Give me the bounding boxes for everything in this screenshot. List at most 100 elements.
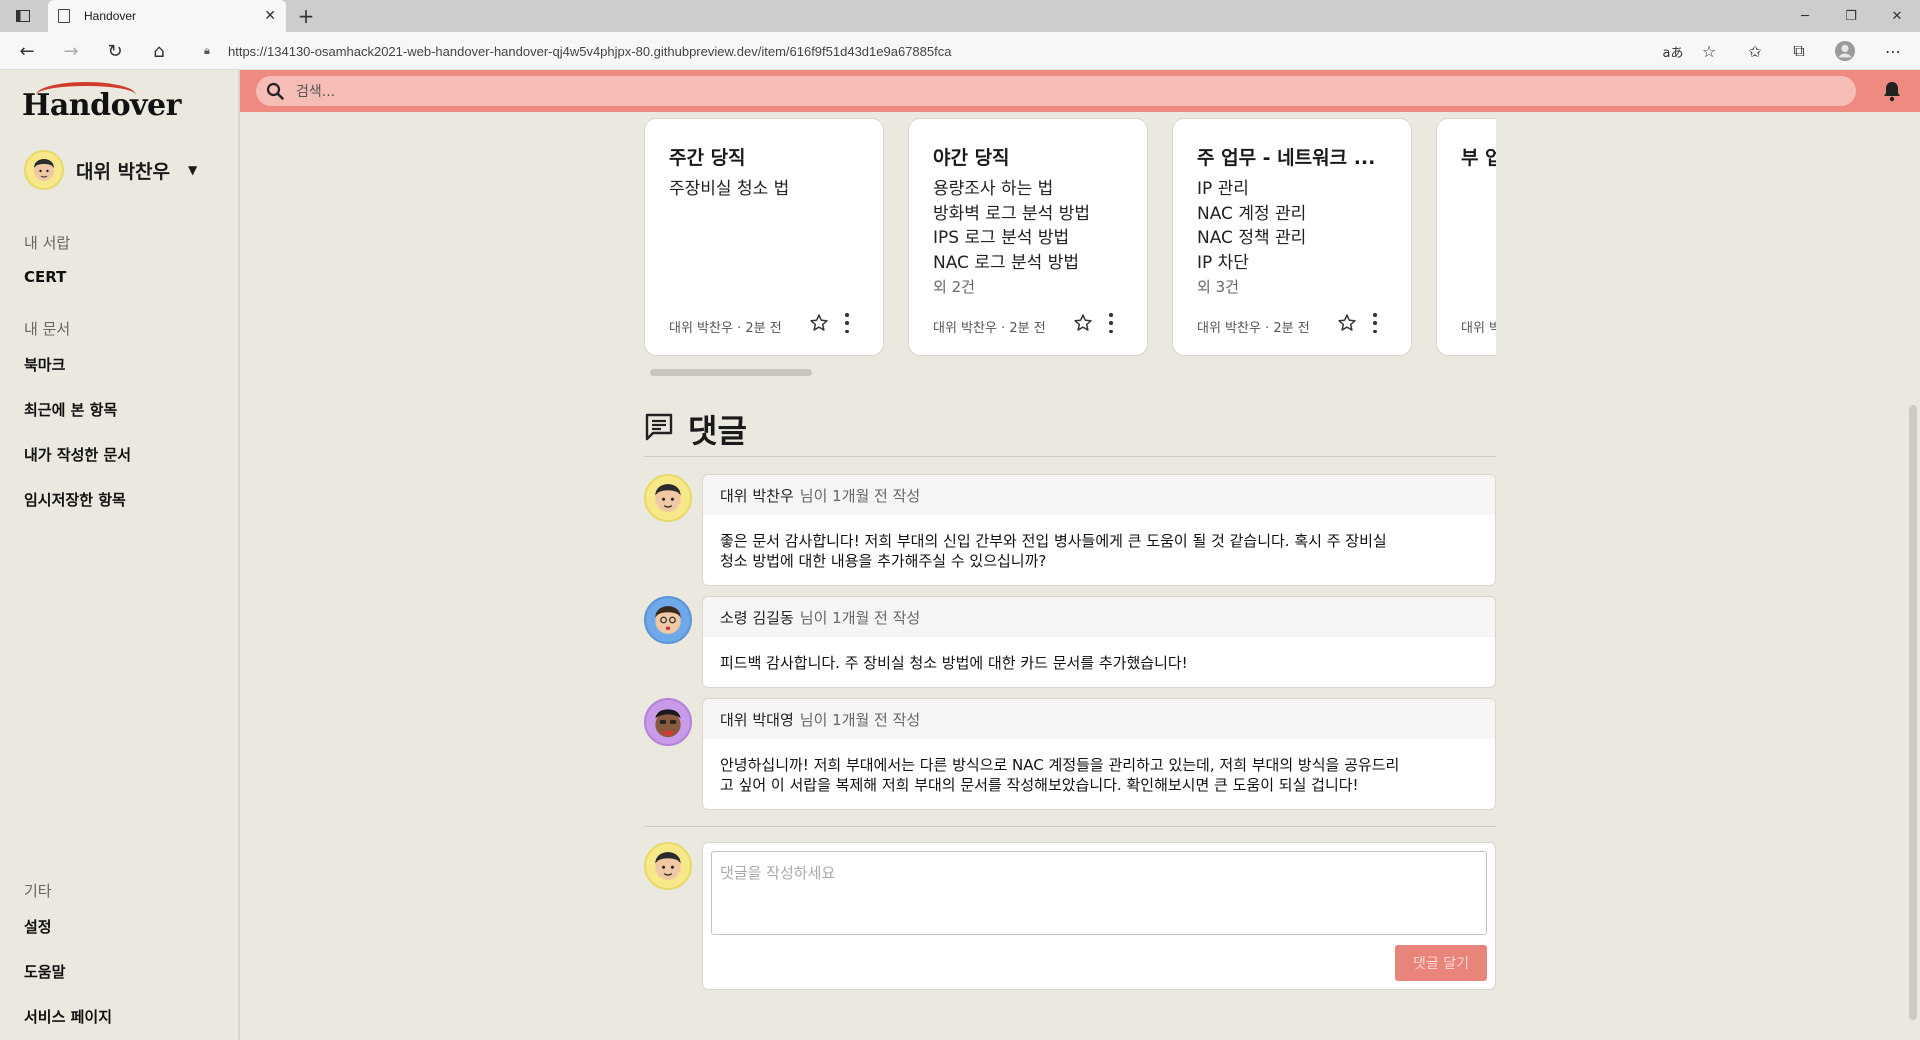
- user-menu[interactable]: 대위 박찬우 ▼: [24, 150, 197, 190]
- close-window-icon[interactable]: ✕: [1874, 0, 1920, 32]
- star-icon[interactable]: [809, 313, 829, 333]
- user-avatar: [24, 150, 64, 190]
- card-item[interactable]: NAC 계정 관리: [1197, 202, 1306, 227]
- comment-line: 좋은 문서 감사합니다! 저희 부대의 신입 간부와 전입 병사들에게 큰 도움…: [720, 532, 1387, 550]
- search-input[interactable]: 검색...: [256, 76, 1856, 106]
- url-text: https://134130-osamhack2021-web-handover…: [228, 43, 952, 59]
- browser-tab-bar: Handover ✕ + ─ ❐ ✕: [0, 0, 1920, 32]
- comment-line: 고 싶어 이 서랍을 복제해 저희 부대의 문서를 작성해보았습니다. 확인해보…: [720, 776, 1359, 794]
- add-favorite-icon[interactable]: ☆: [1696, 38, 1722, 64]
- card-footer: 대위 박찬우 · 2분 전: [1197, 321, 1310, 336]
- divider: [644, 826, 1496, 827]
- comment-textarea[interactable]: 댓글을 작성하세요: [711, 851, 1487, 935]
- comment-line: 청소 방법에 대한 내용을 추가해주실 수 있으십니까?: [720, 552, 1047, 570]
- refresh-icon[interactable]: ↻: [102, 38, 128, 64]
- section-documents-heading: 내 문서: [24, 320, 71, 338]
- card-carousel: 주간 당직 주장비실 청소 법 대위 박찬우 · 2분 전 야간 당직 용량조사…: [644, 118, 1496, 358]
- sidebar-item-my-documents[interactable]: 내가 작성한 문서: [24, 444, 131, 465]
- card-item[interactable]: IPS 로그 분석 방법: [933, 226, 1090, 251]
- favorites-icon[interactable]: ✩: [1742, 38, 1768, 64]
- comment-body: 좋은 문서 감사합니다! 저희 부대의 신입 간부와 전입 병사들에게 큰 도움…: [703, 515, 1495, 585]
- comment-box: 대위 박대영 님이 1개월 전 작성 안녕하십니까! 저희 부대에서는 다른 방…: [702, 698, 1496, 810]
- section-etc-heading: 기타: [24, 882, 52, 900]
- card-more-count: 외 3건: [1197, 278, 1239, 296]
- sidebar: Handover 대위 박찬우 ▼ 내 서랍 CERT 내 문서 북마크 최근에…: [0, 70, 240, 1040]
- card-time: 2분 전: [745, 321, 782, 336]
- profile-icon[interactable]: [1832, 38, 1858, 64]
- comments-heading: 댓글: [644, 406, 747, 452]
- minimize-icon[interactable]: ─: [1782, 0, 1828, 32]
- comment-header: 대위 박찬우 님이 1개월 전 작성: [703, 475, 1495, 515]
- commenter-avatar: [644, 474, 692, 522]
- tab-close-icon[interactable]: ✕: [264, 8, 276, 24]
- document-card[interactable]: 주 업무 - 네트워크 ... IP 관리 NAC 계정 관리 NAC 정책 관…: [1172, 118, 1412, 356]
- comment-author[interactable]: 대위 박대영: [720, 709, 794, 730]
- notification-bell-icon[interactable]: [1880, 79, 1904, 103]
- search-icon: [264, 80, 286, 102]
- user-name: 대위 박찬우: [76, 160, 171, 183]
- new-tab-icon[interactable]: +: [294, 4, 318, 28]
- document-card[interactable]: 주간 당직 주장비실 청소 법 대위 박찬우 · 2분 전: [644, 118, 884, 356]
- star-icon[interactable]: [1073, 313, 1093, 333]
- url-field[interactable]: 🔒︎ https://134130-osamhack2021-web-hando…: [190, 36, 1710, 66]
- card-item[interactable]: NAC 정책 관리: [1197, 226, 1306, 251]
- tab-actions-icon[interactable]: [0, 0, 46, 32]
- caret-down-icon[interactable]: ▼: [188, 163, 197, 177]
- sidebar-item-cert[interactable]: CERT: [24, 268, 66, 286]
- sidebar-item-drafts[interactable]: 임시저장한 항목: [24, 489, 126, 510]
- comment-author[interactable]: 소령 김길동: [720, 607, 794, 628]
- section-library-heading: 내 서랍: [24, 234, 71, 252]
- card-item[interactable]: 주장비실 청소 법: [669, 177, 789, 202]
- restore-icon[interactable]: ❐: [1828, 0, 1874, 32]
- card-title: 야간 당직: [933, 147, 1010, 169]
- card-author: 대위 박: [1461, 321, 1496, 336]
- star-icon[interactable]: [1337, 313, 1357, 333]
- comment-author[interactable]: 대위 박찬우: [720, 485, 794, 506]
- collections-icon[interactable]: ⧉: [1786, 38, 1812, 64]
- app-logo[interactable]: Handover: [22, 88, 181, 123]
- home-icon[interactable]: ⌂: [146, 38, 172, 64]
- more-vert-icon[interactable]: [1369, 313, 1381, 333]
- comment-box: 소령 김길동 님이 1개월 전 작성 피드백 감사합니다. 주 장비실 청소 방…: [702, 596, 1496, 688]
- card-item[interactable]: 용량조사 하는 법: [933, 177, 1090, 202]
- sidebar-item-service-page[interactable]: 서비스 페이지: [24, 1006, 112, 1027]
- card-item[interactable]: 방화벽 로그 분석 방법: [933, 202, 1090, 227]
- read-aloud-icon[interactable]: aあ: [1660, 38, 1686, 64]
- card-footer: 대위 박: [1461, 317, 1496, 336]
- sidebar-item-bookmarks[interactable]: 북마크: [24, 354, 65, 375]
- document-card[interactable]: 부 업 대위 박: [1436, 118, 1496, 356]
- comment-header: 대위 박대영 님이 1개월 전 작성: [703, 699, 1495, 739]
- sidebar-item-help[interactable]: 도움말: [24, 961, 65, 982]
- card-time: 2분 전: [1273, 321, 1310, 336]
- compose-box: 댓글을 작성하세요 댓글 달기: [702, 842, 1496, 990]
- comment-icon: [644, 412, 674, 446]
- more-options-icon[interactable]: ⋯: [1880, 38, 1906, 64]
- card-item[interactable]: IP 관리: [1197, 177, 1306, 202]
- comment-compose: 댓글을 작성하세요 댓글 달기: [644, 842, 1496, 990]
- card-item[interactable]: NAC 로그 분석 방법: [933, 251, 1090, 276]
- sidebar-item-settings[interactable]: 설정: [24, 916, 52, 937]
- back-icon[interactable]: ←: [14, 38, 40, 64]
- carousel-scrollbar[interactable]: [650, 369, 812, 376]
- card-title: 주 업무 - 네트워크 ...: [1197, 147, 1376, 169]
- commenter-avatar: [644, 698, 692, 746]
- card-author: 대위 박찬우: [669, 321, 733, 336]
- more-vert-icon[interactable]: [1105, 313, 1117, 333]
- submit-comment-button[interactable]: 댓글 달기: [1395, 945, 1487, 981]
- page-scrollbar-thumb[interactable]: [1909, 405, 1917, 1020]
- document-card[interactable]: 야간 당직 용량조사 하는 법 방화벽 로그 분석 방법 IPS 로그 분석 방…: [908, 118, 1148, 356]
- card-time: 2분 전: [1009, 321, 1046, 336]
- divider: [644, 456, 1496, 457]
- card-item[interactable]: IP 차단: [1197, 251, 1306, 276]
- commenter-avatar: [644, 596, 692, 644]
- page-icon: [58, 9, 70, 23]
- sidebar-item-recent[interactable]: 최근에 본 항목: [24, 399, 117, 420]
- browser-tab[interactable]: Handover ✕: [48, 0, 286, 32]
- comments-title: 댓글: [688, 412, 747, 450]
- comment-body: 피드백 감사합니다. 주 장비실 청소 방법에 대한 카드 문서를 추가했습니다…: [703, 637, 1495, 687]
- more-vert-icon[interactable]: [841, 313, 853, 333]
- forward-icon[interactable]: →: [58, 38, 84, 64]
- comment-line: 안녕하십니까! 저희 부대에서는 다른 방식으로 NAC 계정들을 관리하고 있…: [720, 756, 1400, 774]
- card-item-list: IP 관리 NAC 계정 관리 NAC 정책 관리 IP 차단 외 3건: [1197, 177, 1306, 300]
- address-bar-row: ← → ↻ ⌂ 🔒︎ https://134130-osamhack2021-w…: [0, 32, 1920, 70]
